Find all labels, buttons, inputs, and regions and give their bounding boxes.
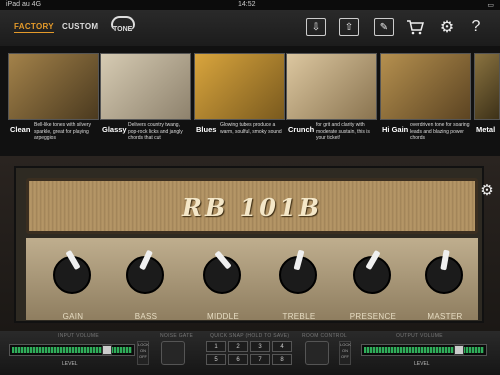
preset-name: Clean [10, 125, 31, 134]
quick-snap-slot[interactable]: 2 [228, 341, 248, 352]
noise-gate-button[interactable] [161, 341, 185, 365]
preset-strip: Clean Bell-like tones with silvery spark… [0, 46, 500, 156]
preset-name: Blues [196, 125, 217, 134]
level-label: LEVEL [414, 361, 430, 367]
preset-thumbnail [194, 53, 285, 120]
preset-description: for grit and clarity with moderate susta… [316, 122, 370, 141]
master-knob[interactable]: MASTER [420, 248, 470, 321]
preset-thumbnail [286, 53, 377, 120]
tab-custom[interactable]: CUSTOM [62, 22, 98, 31]
input-volume-label: INPUT VOLUME [58, 333, 100, 339]
output-volume-label: OUTPUT VOLUME [396, 333, 443, 339]
bass-knob[interactable]: BASS [121, 248, 171, 321]
amp-grille: RB 101B [26, 178, 478, 234]
cart-icon [407, 20, 424, 35]
tone-label: TONE [113, 26, 133, 33]
quick-snap-slot[interactable]: 1 [206, 341, 226, 352]
quick-snap-slot[interactable]: 8 [272, 354, 292, 365]
quick-snap-slot[interactable]: 6 [228, 354, 248, 365]
preset-clean[interactable]: Clean Bell-like tones with silvery spark… [8, 53, 99, 153]
upload-button[interactable]: ⇧ [339, 18, 359, 36]
level-label: LEVEL [62, 361, 78, 367]
output-volume-slider[interactable] [361, 344, 487, 356]
noise-gate-label: NOISE GATE [160, 333, 194, 339]
room-control-button[interactable] [305, 341, 329, 365]
upload-icon: ⇧ [344, 21, 354, 33]
preset-thumbnail [380, 53, 471, 120]
battery-icon: ▭ [487, 2, 494, 9]
cart-button[interactable] [405, 18, 425, 36]
knob-label: BASS [134, 312, 158, 321]
edit-button[interactable]: ✎ [374, 18, 394, 36]
quick-snap-slot[interactable]: 4 [272, 341, 292, 352]
input-volume-slider[interactable] [9, 344, 135, 356]
middle-knob[interactable]: MIDDLE [198, 248, 248, 321]
preset-blues[interactable]: Blues Glowing tubes produce a warm, soul… [194, 53, 285, 153]
preset-name: Hi Gain [382, 125, 409, 134]
preset-glassy[interactable]: Glassy Delivers country twang, pop-rock … [100, 53, 191, 153]
top-nav: FACTORY CUSTOM TONE ⇩ ⇧ ✎ ⚙ ? [0, 10, 500, 46]
amp-settings-button[interactable]: ⚙ [478, 181, 496, 199]
knob-label: GAIN [62, 312, 84, 321]
control-panel: GAIN BASS MIDDLE TREBLE PRESENCE MASTER [26, 238, 478, 321]
knob-label: MIDDLE [206, 312, 240, 321]
status-bar: iPad au 4G 14:52 ▭ [0, 0, 500, 10]
help-button[interactable]: ? [466, 18, 486, 36]
quick-snap-label: QUICK SNAP (HOLD TO SAVE) [210, 333, 290, 339]
preset-crunch[interactable]: Crunch for grit and clarity with moderat… [286, 53, 377, 153]
amp-body: RB 101B GAIN BASS MIDDLE TREBLE PRESENCE… [14, 166, 484, 323]
preset-thumbnail [8, 53, 99, 120]
amp-section: RB 101B GAIN BASS MIDDLE TREBLE PRESENCE… [0, 156, 500, 331]
presence-knob[interactable]: PRESENCE [348, 248, 398, 321]
gain-knob[interactable]: GAIN [48, 248, 98, 321]
knob-label: TREBLE [282, 312, 316, 321]
quick-snap-slot[interactable]: 5 [206, 354, 226, 365]
output-lock-toggle[interactable]: LOCK ON OFF [339, 341, 351, 365]
preset-description: Glowing tubes produce a warm, soulful, s… [220, 122, 282, 135]
tone-cloud-button[interactable]: TONE [109, 14, 139, 38]
gear-icon: ⚙ [439, 19, 455, 36]
quick-snap-slot[interactable]: 7 [250, 354, 270, 365]
slider-handle[interactable] [102, 345, 112, 355]
preset-hi-gain[interactable]: Hi Gain overdriven tone for soaring lead… [380, 53, 471, 153]
help-icon: ? [471, 18, 481, 35]
quick-snap-grid: 1 2 3 4 5 6 7 8 [206, 341, 292, 367]
settings-button[interactable]: ⚙ [437, 18, 457, 36]
preset-name: Metal [476, 125, 496, 134]
knob-label: MASTER [427, 312, 463, 321]
download-icon: ⇩ [311, 21, 321, 33]
preset-description: overdriven tone for soaring leads and bl… [410, 122, 470, 141]
preset-thumbnail [474, 53, 500, 120]
amp-model-name: RB 101B [182, 193, 322, 222]
gear-icon: ⚙ [480, 182, 494, 199]
download-button[interactable]: ⇩ [306, 18, 326, 36]
room-control-label: ROOM CONTROL [302, 333, 347, 339]
edit-icon: ✎ [379, 21, 389, 33]
preset-thumbnail [100, 53, 191, 120]
slider-handle[interactable] [454, 345, 464, 355]
level-meter [12, 347, 132, 353]
preset-description: Delivers country twang, pop-rock licks a… [128, 122, 183, 141]
preset-description: Bell-like tones with silvery sparkle, gr… [34, 122, 91, 141]
preset-metal[interactable]: Metal [474, 53, 500, 153]
bottom-control-bar: INPUT VOLUME NOISE GATE QUICK SNAP (HOLD… [0, 331, 500, 375]
knob-label: PRESENCE [349, 312, 397, 321]
treble-knob[interactable]: TREBLE [274, 248, 324, 321]
quick-snap-slot[interactable]: 3 [250, 341, 270, 352]
input-lock-toggle[interactable]: LOCK ON OFF [137, 341, 149, 365]
level-meter [364, 347, 484, 353]
tab-factory[interactable]: FACTORY [14, 22, 54, 33]
clock: 14:52 [238, 1, 256, 8]
preset-name: Crunch [288, 125, 315, 134]
preset-name: Glassy [102, 125, 127, 134]
carrier-label: iPad au 4G [6, 1, 42, 8]
